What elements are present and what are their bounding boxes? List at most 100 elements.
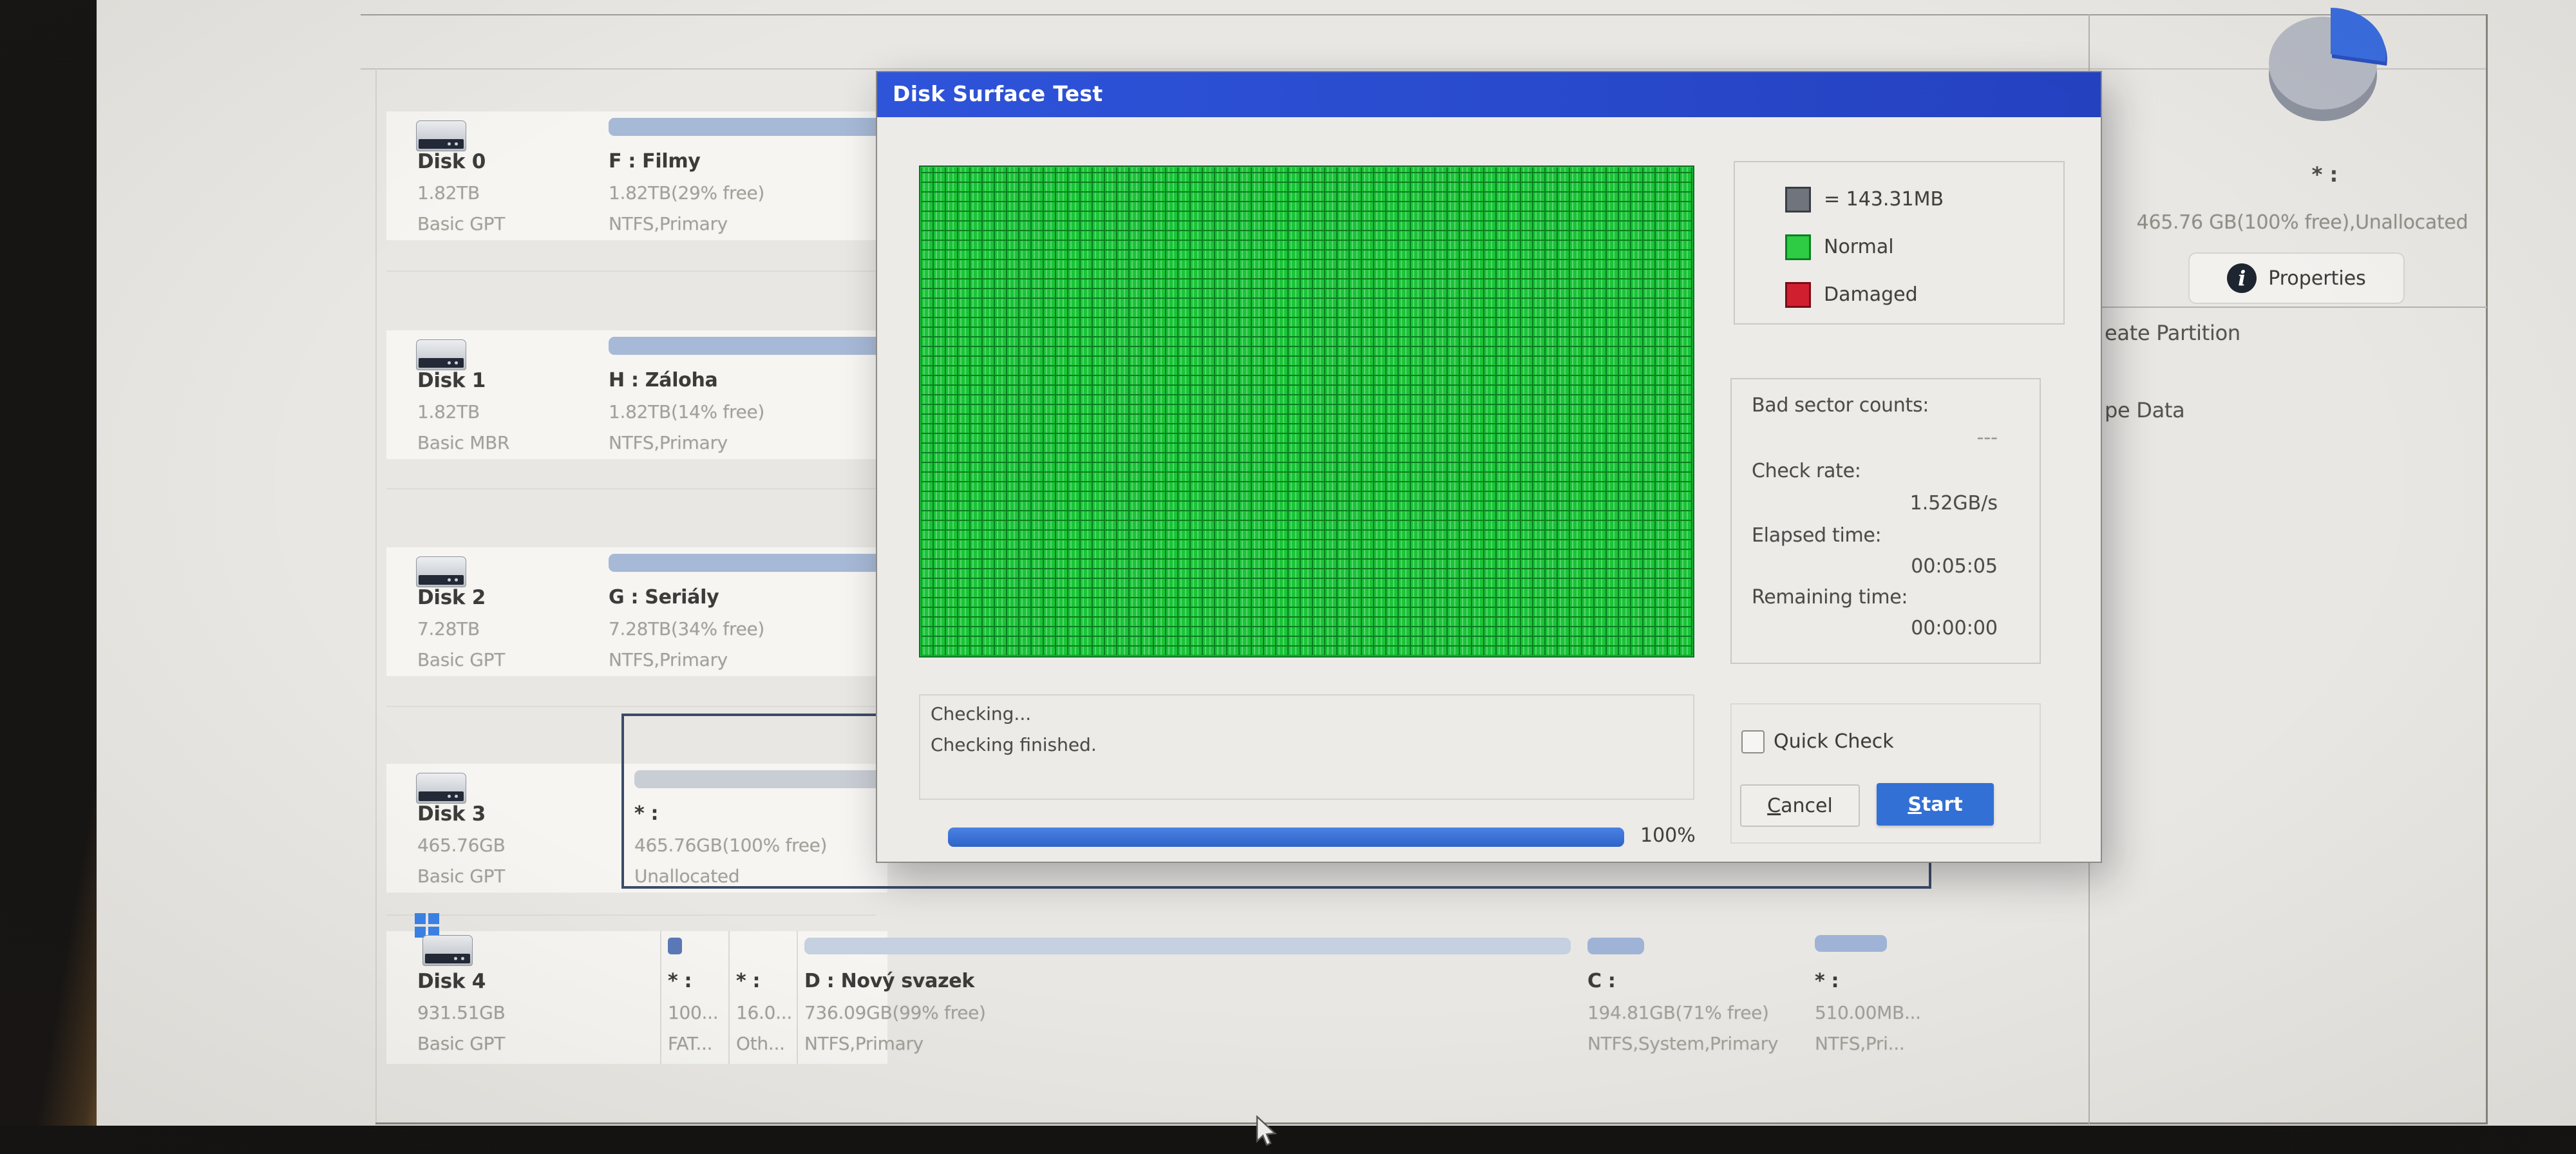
partition-capacity-bar <box>1815 935 1887 952</box>
hard-drive-icon <box>422 935 473 966</box>
window-bottom-border <box>375 1122 2488 1124</box>
monitor-bezel-left <box>0 0 97 1154</box>
elapsed-time-value: 00:05:05 <box>1779 555 1998 578</box>
disk-name: Disk 2 <box>417 586 486 609</box>
block-unit-swatch <box>1785 187 1811 213</box>
partition-name[interactable]: G : Seriály <box>609 586 719 609</box>
partition-size: 100... <box>668 1002 718 1023</box>
progress-bar <box>948 828 1624 847</box>
partition-capacity-bar <box>668 938 682 954</box>
partition-capacity-bar <box>1587 938 1644 954</box>
remaining-time-value: 00:00:00 <box>1779 617 1998 639</box>
disk-type: Basic GPT <box>417 866 505 887</box>
row-separator <box>386 488 876 489</box>
cancel-label: Cancel <box>1767 795 1833 817</box>
properties-label: Properties <box>2268 267 2366 290</box>
disk-usage-pie-chart <box>2260 0 2428 164</box>
menu-item-create-partition[interactable]: eate Partition <box>2105 321 2240 345</box>
toolbar-divider <box>361 68 2487 70</box>
cancel-button[interactable]: Cancel <box>1740 784 1860 827</box>
monitor-bezel-bottom <box>0 1126 2576 1154</box>
disk-size: 1.82TB <box>417 182 480 203</box>
log-line-checking: Checking... <box>931 703 1031 724</box>
partition-size: 1.82TB(14% free) <box>609 401 764 422</box>
dialog-title: Disk Surface Test <box>893 81 1103 106</box>
normal-label: Normal <box>1824 236 1894 258</box>
properties-button[interactable]: i Properties <box>2188 252 2405 304</box>
disk-size: 465.76GB <box>417 835 505 856</box>
disk-name: Disk 4 <box>417 970 486 993</box>
partition-cell-divider <box>660 931 661 1064</box>
partition-size: 736.09GB(99% free) <box>804 1002 986 1023</box>
disk-type: Basic GPT <box>417 213 505 234</box>
window-right-border <box>2486 14 2488 1124</box>
row-separator <box>386 706 876 707</box>
hard-drive-icon <box>416 556 466 587</box>
disk-size: 1.82TB <box>417 401 480 422</box>
partition-capacity-bar <box>804 938 1571 954</box>
progress-percent: 100% <box>1640 824 1696 847</box>
partition-name[interactable]: D : Nový svazek <box>804 970 974 992</box>
progress-bar-fill <box>948 828 1624 847</box>
quick-check-label: Quick Check <box>1774 730 1894 753</box>
disk-surface-test-dialog: Disk Surface Test = 143.31MB Normal Dama… <box>876 71 2102 863</box>
disk-size: 931.51GB <box>417 1002 505 1023</box>
screen: Disk 0 1.82TB Basic GPT F : Filmy 1.82TB… <box>0 0 2576 1154</box>
selected-partition-label: * : <box>2254 162 2396 187</box>
partition-size: 7.28TB(34% free) <box>609 618 764 639</box>
block-unit-label: = 143.31MB <box>1824 188 1944 211</box>
start-button[interactable]: Start <box>1877 783 1994 826</box>
partition-name[interactable]: * : <box>736 970 760 992</box>
dialog-title-bar[interactable]: Disk Surface Test <box>877 72 2101 117</box>
partition-name[interactable]: C : <box>1587 970 1616 992</box>
windows-logo-icon <box>415 913 439 938</box>
hard-drive-icon <box>416 773 466 804</box>
mouse-cursor <box>1255 1115 1284 1149</box>
partition-cell-divider <box>797 931 798 1064</box>
partition-name[interactable]: * : <box>1815 970 1839 992</box>
hard-drive-icon <box>416 120 466 151</box>
damaged-label: Damaged <box>1824 283 1918 306</box>
menu-item-wipe-data[interactable]: pe Data <box>2105 398 2184 422</box>
elapsed-time-label: Elapsed time: <box>1752 524 1881 547</box>
right-panel-section-divider <box>2088 307 2487 308</box>
surface-test-block-grid <box>919 166 1694 657</box>
partition-cell-divider <box>728 931 730 1064</box>
disk-name: Disk 3 <box>417 802 486 826</box>
disk-name: Disk 1 <box>417 369 486 392</box>
disk-type: Basic GPT <box>417 649 505 670</box>
remaining-time-label: Remaining time: <box>1752 586 1908 609</box>
disk-size: 7.28TB <box>417 618 480 639</box>
partition-fs: FAT... <box>668 1033 712 1054</box>
info-icon: i <box>2227 263 2257 293</box>
window-top-border <box>361 14 2487 15</box>
log-line-finished: Checking finished. <box>931 734 1097 755</box>
check-rate-label: Check rate: <box>1752 460 1861 482</box>
window-left-border <box>375 68 377 1124</box>
bad-sector-counts-label: Bad sector counts: <box>1752 394 1929 417</box>
partition-size: 510.00MB... <box>1815 1002 1921 1023</box>
partition-name[interactable]: * : <box>668 970 692 992</box>
partition-size: 194.81GB(71% free) <box>1587 1002 1769 1023</box>
row-separator <box>386 914 876 916</box>
selected-partition-info: 465.76 GB(100% free),Unallocated <box>2106 211 2499 234</box>
disk-type: Basic MBR <box>417 432 509 453</box>
damaged-swatch <box>1785 282 1811 308</box>
start-label: Start <box>1908 793 1962 816</box>
normal-swatch <box>1785 234 1811 260</box>
row-separator <box>386 270 876 272</box>
partition-name[interactable]: F : Filmy <box>609 150 701 173</box>
partition-name[interactable]: H : Záloha <box>609 369 718 392</box>
partition-fs: NTFS,System,Primary <box>1587 1033 1778 1054</box>
quick-check-checkbox[interactable] <box>1741 730 1765 753</box>
disk-name: Disk 0 <box>417 150 486 173</box>
partition-fs: NTFS,Pri... <box>1815 1033 1904 1054</box>
check-rate-value: 1.52GB/s <box>1779 492 1998 515</box>
partition-size: 1.82TB(29% free) <box>609 182 764 203</box>
partition-fs: NTFS,Primary <box>609 213 728 234</box>
partition-fs: Oth... <box>736 1033 785 1054</box>
hard-drive-icon <box>416 339 466 370</box>
partition-fs: NTFS,Primary <box>609 432 728 453</box>
partition-size: 16.0... <box>736 1002 792 1023</box>
disk-type: Basic GPT <box>417 1033 505 1054</box>
